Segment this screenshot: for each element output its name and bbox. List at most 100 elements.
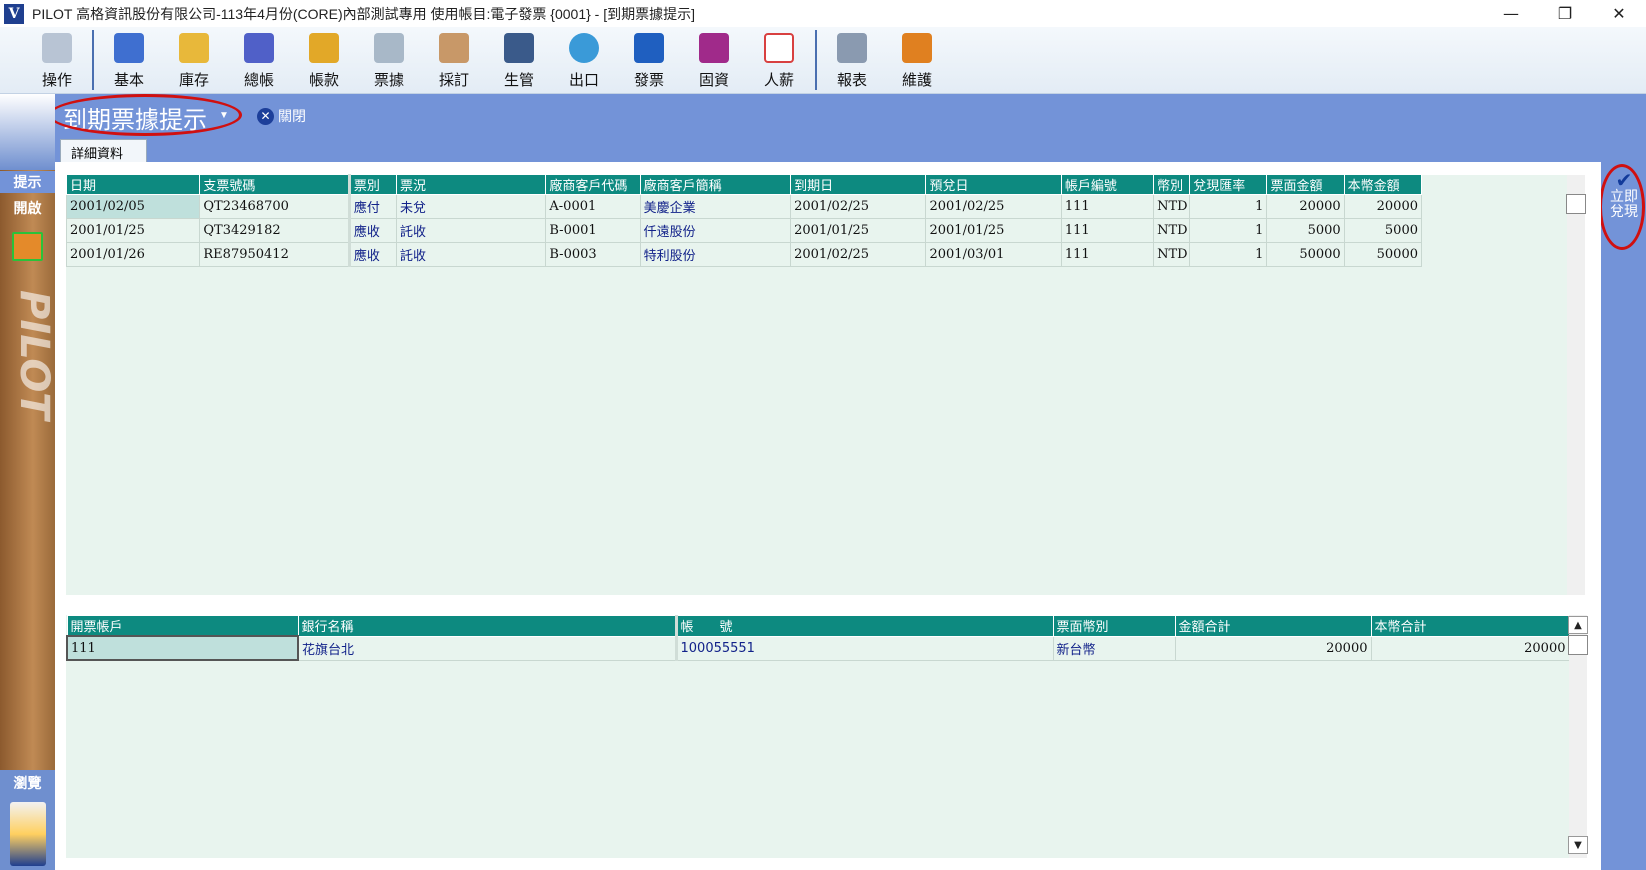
cell-due-date[interactable]: 2001/01/25 <box>790 218 927 243</box>
scroll-up-arrow-icon[interactable]: ▲ <box>1568 616 1588 634</box>
column-header[interactable]: 帳戶編號 <box>1060 174 1155 195</box>
cell-local-amount[interactable]: 50000 <box>1343 242 1423 267</box>
cell-local-amount[interactable]: 20000 <box>1343 194 1423 219</box>
column-header[interactable]: 廠商客戶代碼 <box>545 174 641 195</box>
toolbar-item-production[interactable]: 生管 <box>490 31 548 91</box>
column-header[interactable]: 票別 <box>347 174 397 195</box>
column-header[interactable]: 本幣金額 <box>1343 174 1423 195</box>
toolbar-item-label: 總帳 <box>243 71 274 89</box>
cell-local-total[interactable]: 20000 <box>1370 635 1570 661</box>
column-header[interactable]: 銀行名稱 <box>297 615 677 637</box>
cell-account-number[interactable]: 100055551 <box>674 635 1054 661</box>
cell-partner-name[interactable]: 美慶企業 <box>639 194 792 219</box>
toolbar-item-payroll[interactable]: 人薪 <box>750 31 808 91</box>
table-row[interactable]: 2001/01/25 QT3429182 應收 託收 B-0001 仟遠股份 2… <box>65 218 1423 243</box>
upper-row-selector[interactable] <box>1566 194 1586 214</box>
column-header[interactable]: 幣別 <box>1153 174 1191 195</box>
toolbar-item-operate[interactable]: 操作 <box>28 31 86 91</box>
close-module-button[interactable]: ✕ 關閉 <box>257 106 306 126</box>
sidebar-browse-button[interactable]: 瀏覽 <box>0 772 55 794</box>
cell-partner-code[interactable]: B-0001 <box>545 218 641 243</box>
cell-note-status[interactable]: 託收 <box>395 242 547 267</box>
upper-vertical-scrollbar[interactable] <box>1567 175 1585 595</box>
cell-check-number[interactable]: RE87950412 <box>199 242 350 267</box>
cell-rate[interactable]: 1 <box>1189 218 1268 243</box>
cell-account-no[interactable]: 111 <box>1060 194 1155 219</box>
column-header[interactable]: 本幣合計 <box>1370 615 1570 637</box>
toolbar-item-ledger[interactable]: 總帳 <box>230 31 288 91</box>
cell-note-type[interactable]: 應收 <box>347 218 397 243</box>
table-row[interactable]: 111 花旗台北 100055551 新台幣 20000 20000 <box>66 635 1570 661</box>
toolbar-item-reports[interactable]: 報表 <box>823 31 881 91</box>
cell-partner-name[interactable]: 仟遠股份 <box>639 218 792 243</box>
folder-open-icon[interactable] <box>12 232 43 261</box>
column-header[interactable]: 票面幣別 <box>1052 615 1176 637</box>
cell-rate[interactable]: 1 <box>1189 194 1268 219</box>
cell-planned-date[interactable]: 2001/01/25 <box>925 218 1062 243</box>
cell-note-status[interactable]: 未兌 <box>395 194 547 219</box>
cell-note-status[interactable]: 託收 <box>395 218 547 243</box>
table-row[interactable]: 2001/02/05 QT23468700 應付 未兌 A-0001 美慶企業 … <box>65 194 1423 219</box>
cell-due-date[interactable]: 2001/02/25 <box>790 242 927 267</box>
toolbar-item-invoice[interactable]: 發票 <box>620 31 678 91</box>
cell-account-no[interactable]: 111 <box>1060 218 1155 243</box>
cell-check-number[interactable]: QT3429182 <box>199 218 350 243</box>
sidebar-hint-button[interactable]: 提示 <box>0 171 55 193</box>
cell-check-number[interactable]: QT23468700 <box>199 194 350 219</box>
close-window-button[interactable]: ✕ <box>1592 0 1646 27</box>
scroll-down-arrow-icon[interactable]: ▼ <box>1568 836 1588 854</box>
column-header[interactable]: 日期 <box>65 174 201 195</box>
column-header[interactable]: 帳 號 <box>674 615 1054 637</box>
column-header[interactable]: 票面金額 <box>1266 174 1345 195</box>
cell-face-amount[interactable]: 5000 <box>1266 218 1345 243</box>
cell-account-no[interactable]: 111 <box>1060 242 1155 267</box>
cell-partner-code[interactable]: B-0003 <box>545 242 641 267</box>
app-logo-icon: V <box>4 3 24 24</box>
cell-note-type[interactable]: 應付 <box>347 194 397 219</box>
cell-face-amount[interactable]: 20000 <box>1266 194 1345 219</box>
table-row[interactable]: 2001/01/26 RE87950412 應收 託收 B-0003 特利股份 … <box>65 242 1423 267</box>
cell-note-type[interactable]: 應收 <box>347 242 397 267</box>
cell-currency[interactable]: NTD <box>1153 242 1191 267</box>
column-header[interactable]: 開票帳戶 <box>66 615 299 637</box>
cell-face-currency[interactable]: 新台幣 <box>1052 635 1176 661</box>
restore-button[interactable]: ❐ <box>1538 0 1592 27</box>
cell-face-amount[interactable]: 50000 <box>1266 242 1345 267</box>
column-header[interactable]: 支票號碼 <box>199 174 350 195</box>
column-header[interactable]: 廠商客戶簡稱 <box>639 174 792 195</box>
cell-due-date[interactable]: 2001/02/25 <box>790 194 927 219</box>
column-header[interactable]: 票況 <box>395 174 547 195</box>
cell-local-amount[interactable]: 5000 <box>1343 218 1423 243</box>
minimize-button[interactable]: — <box>1484 0 1538 27</box>
column-header[interactable]: 金額合計 <box>1174 615 1372 637</box>
toolbar-item-basic[interactable]: 基本 <box>100 31 158 91</box>
column-header[interactable]: 預兌日 <box>925 174 1062 195</box>
toolbar-item-accounts[interactable]: 帳款 <box>295 31 353 91</box>
cell-planned-date[interactable]: 2001/03/01 <box>925 242 1062 267</box>
cell-rate[interactable]: 1 <box>1189 242 1268 267</box>
cell-bank-name[interactable]: 花旗台北 <box>297 635 677 661</box>
cell-date[interactable]: 2001/01/25 <box>65 218 201 243</box>
cell-currency[interactable]: NTD <box>1153 194 1191 219</box>
column-header[interactable]: 到期日 <box>790 174 927 195</box>
close-circle-icon: ✕ <box>257 107 274 125</box>
column-header[interactable]: 兌現匯率 <box>1189 174 1268 195</box>
cell-currency[interactable]: NTD <box>1153 218 1191 243</box>
cell-partner-code[interactable]: A-0001 <box>545 194 641 219</box>
lower-row-selector[interactable] <box>1568 635 1588 655</box>
sidebar-open-button[interactable]: 開啟 <box>0 197 55 219</box>
toolbar-item-maintenance[interactable]: 維護 <box>888 31 946 91</box>
cell-date[interactable]: 2001/01/26 <box>65 242 201 267</box>
tab-detail[interactable]: 詳細資料 <box>60 139 147 162</box>
toolbar-item-purchase[interactable]: 採訂 <box>425 31 483 91</box>
cell-date[interactable]: 2001/02/05 <box>65 194 201 219</box>
cell-issuing-account[interactable]: 111 <box>66 635 299 661</box>
toolbar-item-notes[interactable]: 票據 <box>360 31 418 91</box>
toolbar-item-inventory[interactable]: 庫存 <box>165 31 223 91</box>
cell-planned-date[interactable]: 2001/02/25 <box>925 194 1062 219</box>
cell-total-amount[interactable]: 20000 <box>1174 635 1372 661</box>
cell-partner-name[interactable]: 特利股份 <box>639 242 792 267</box>
calendar-icon <box>114 33 144 63</box>
toolbar-item-export[interactable]: 出口 <box>555 31 613 91</box>
toolbar-item-assets[interactable]: 固資 <box>685 31 743 91</box>
